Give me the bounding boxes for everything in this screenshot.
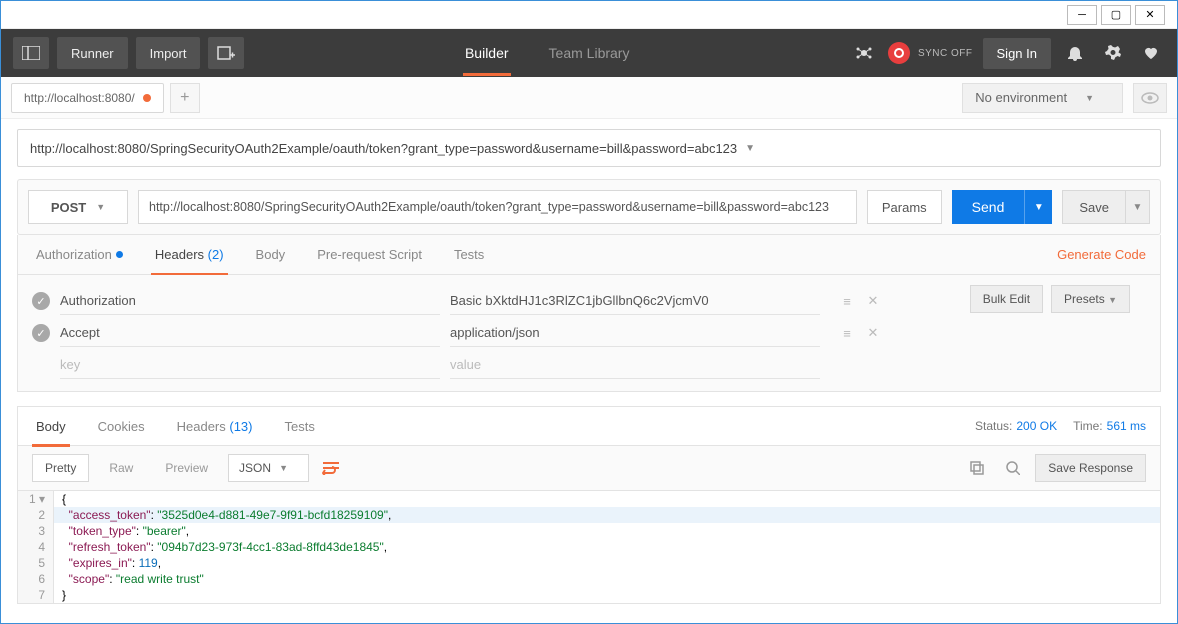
environment-quicklook[interactable] <box>1133 83 1167 113</box>
notifications-icon[interactable] <box>1061 39 1089 67</box>
presets-button[interactable]: Presets ▼ <box>1051 285 1130 313</box>
response-body: 1 ▾{ 2 "access_token": "3525d0e4-d881-49… <box>17 491 1161 604</box>
resp-tab-headers[interactable]: Headers (13) <box>173 406 257 446</box>
save-button[interactable]: Save <box>1062 190 1126 224</box>
runner-button[interactable]: Runner <box>57 37 128 69</box>
sync-status[interactable]: SYNC OFF <box>888 42 973 64</box>
tab-authorization[interactable]: Authorization <box>32 235 127 275</box>
save-response-button[interactable]: Save Response <box>1035 454 1146 482</box>
chevron-down-icon: ▼ <box>1085 93 1094 103</box>
header-key-input[interactable]: key <box>60 351 440 379</box>
request-display-url: http://localhost:8080/SpringSecurityOAut… <box>30 141 737 156</box>
wrap-lines-icon[interactable] <box>317 454 345 482</box>
view-pretty[interactable]: Pretty <box>32 454 89 482</box>
header-key[interactable]: Accept <box>60 319 440 347</box>
tab-headers[interactable]: Headers (2) <box>151 235 228 275</box>
reorder-icon[interactable]: ≡ <box>836 322 858 344</box>
heart-icon[interactable] <box>1137 39 1165 67</box>
tab-body[interactable]: Body <box>252 235 290 275</box>
interceptor-icon[interactable] <box>850 39 878 67</box>
import-button[interactable]: Import <box>136 37 201 69</box>
header-row: ✓ Accept application/json ≡ ✕ <box>32 317 1146 349</box>
window-close[interactable]: ✕ <box>1135 5 1165 25</box>
header-row-new: key value <box>32 349 1146 381</box>
send-button[interactable]: Send <box>952 190 1025 224</box>
bulk-edit-button[interactable]: Bulk Edit <box>970 285 1043 313</box>
settings-icon[interactable] <box>1099 39 1127 67</box>
chevron-down-icon: ▼ <box>745 143 755 154</box>
method-select[interactable]: POST ▼ <box>28 190 128 224</box>
add-request-tab[interactable]: + <box>170 83 200 113</box>
check-icon[interactable]: ✓ <box>32 292 50 310</box>
view-raw[interactable]: Raw <box>97 454 145 482</box>
view-preview[interactable]: Preview <box>153 454 220 482</box>
unsaved-dot-icon <box>143 94 151 102</box>
copy-icon[interactable] <box>963 454 991 482</box>
delete-icon[interactable]: ✕ <box>862 290 884 312</box>
url-input[interactable] <box>138 190 857 224</box>
tab-prerequest[interactable]: Pre-request Script <box>313 235 426 275</box>
search-icon[interactable] <box>999 454 1027 482</box>
window-maximize[interactable]: ▢ <box>1101 5 1131 25</box>
header-value-input[interactable]: value <box>450 351 820 379</box>
new-tab-button[interactable] <box>208 37 244 69</box>
window-minimize[interactable]: ─ <box>1067 5 1097 25</box>
params-button[interactable]: Params <box>867 190 942 224</box>
resp-tab-cookies[interactable]: Cookies <box>94 406 149 446</box>
request-tab-label: http://localhost:8080/ <box>24 91 135 105</box>
auth-active-dot-icon <box>116 251 123 258</box>
save-dropdown[interactable]: ▼ <box>1126 190 1150 224</box>
chevron-down-icon: ▼ <box>1108 295 1117 305</box>
resp-tab-tests[interactable]: Tests <box>281 406 319 446</box>
sync-off-icon <box>888 42 910 64</box>
generate-code-link[interactable]: Generate Code <box>1057 247 1146 262</box>
toggle-sidebar-button[interactable] <box>13 37 49 69</box>
request-name-bar[interactable]: http://localhost:8080/SpringSecurityOAut… <box>17 129 1161 167</box>
tab-builder[interactable]: Builder <box>463 31 511 75</box>
tab-tests[interactable]: Tests <box>450 235 488 275</box>
request-tab[interactable]: http://localhost:8080/ <box>11 83 164 113</box>
chevron-down-icon: ▼ <box>279 463 288 473</box>
signin-button[interactable]: Sign In <box>983 38 1051 69</box>
send-dropdown[interactable]: ▼ <box>1024 190 1052 224</box>
header-value[interactable]: Basic bXktdHJ1c3RlZC1jbGllbnQ6c2VjcmV0 <box>450 287 820 315</box>
delete-icon[interactable]: ✕ <box>862 322 884 344</box>
format-select[interactable]: JSON ▼ <box>228 454 309 482</box>
reorder-icon[interactable]: ≡ <box>836 290 858 312</box>
check-icon[interactable]: ✓ <box>32 324 50 342</box>
header-value[interactable]: application/json <box>450 319 820 347</box>
resp-tab-body[interactable]: Body <box>32 406 70 446</box>
chevron-down-icon: ▼ <box>96 202 105 212</box>
status-label: Status:200 OK <box>975 419 1057 433</box>
environment-select[interactable]: No environment ▼ <box>962 83 1123 113</box>
sync-label: SYNC OFF <box>918 48 973 59</box>
tab-team-library[interactable]: Team Library <box>547 31 632 75</box>
header-key[interactable]: Authorization <box>60 287 440 315</box>
time-label: Time:561 ms <box>1073 419 1146 433</box>
